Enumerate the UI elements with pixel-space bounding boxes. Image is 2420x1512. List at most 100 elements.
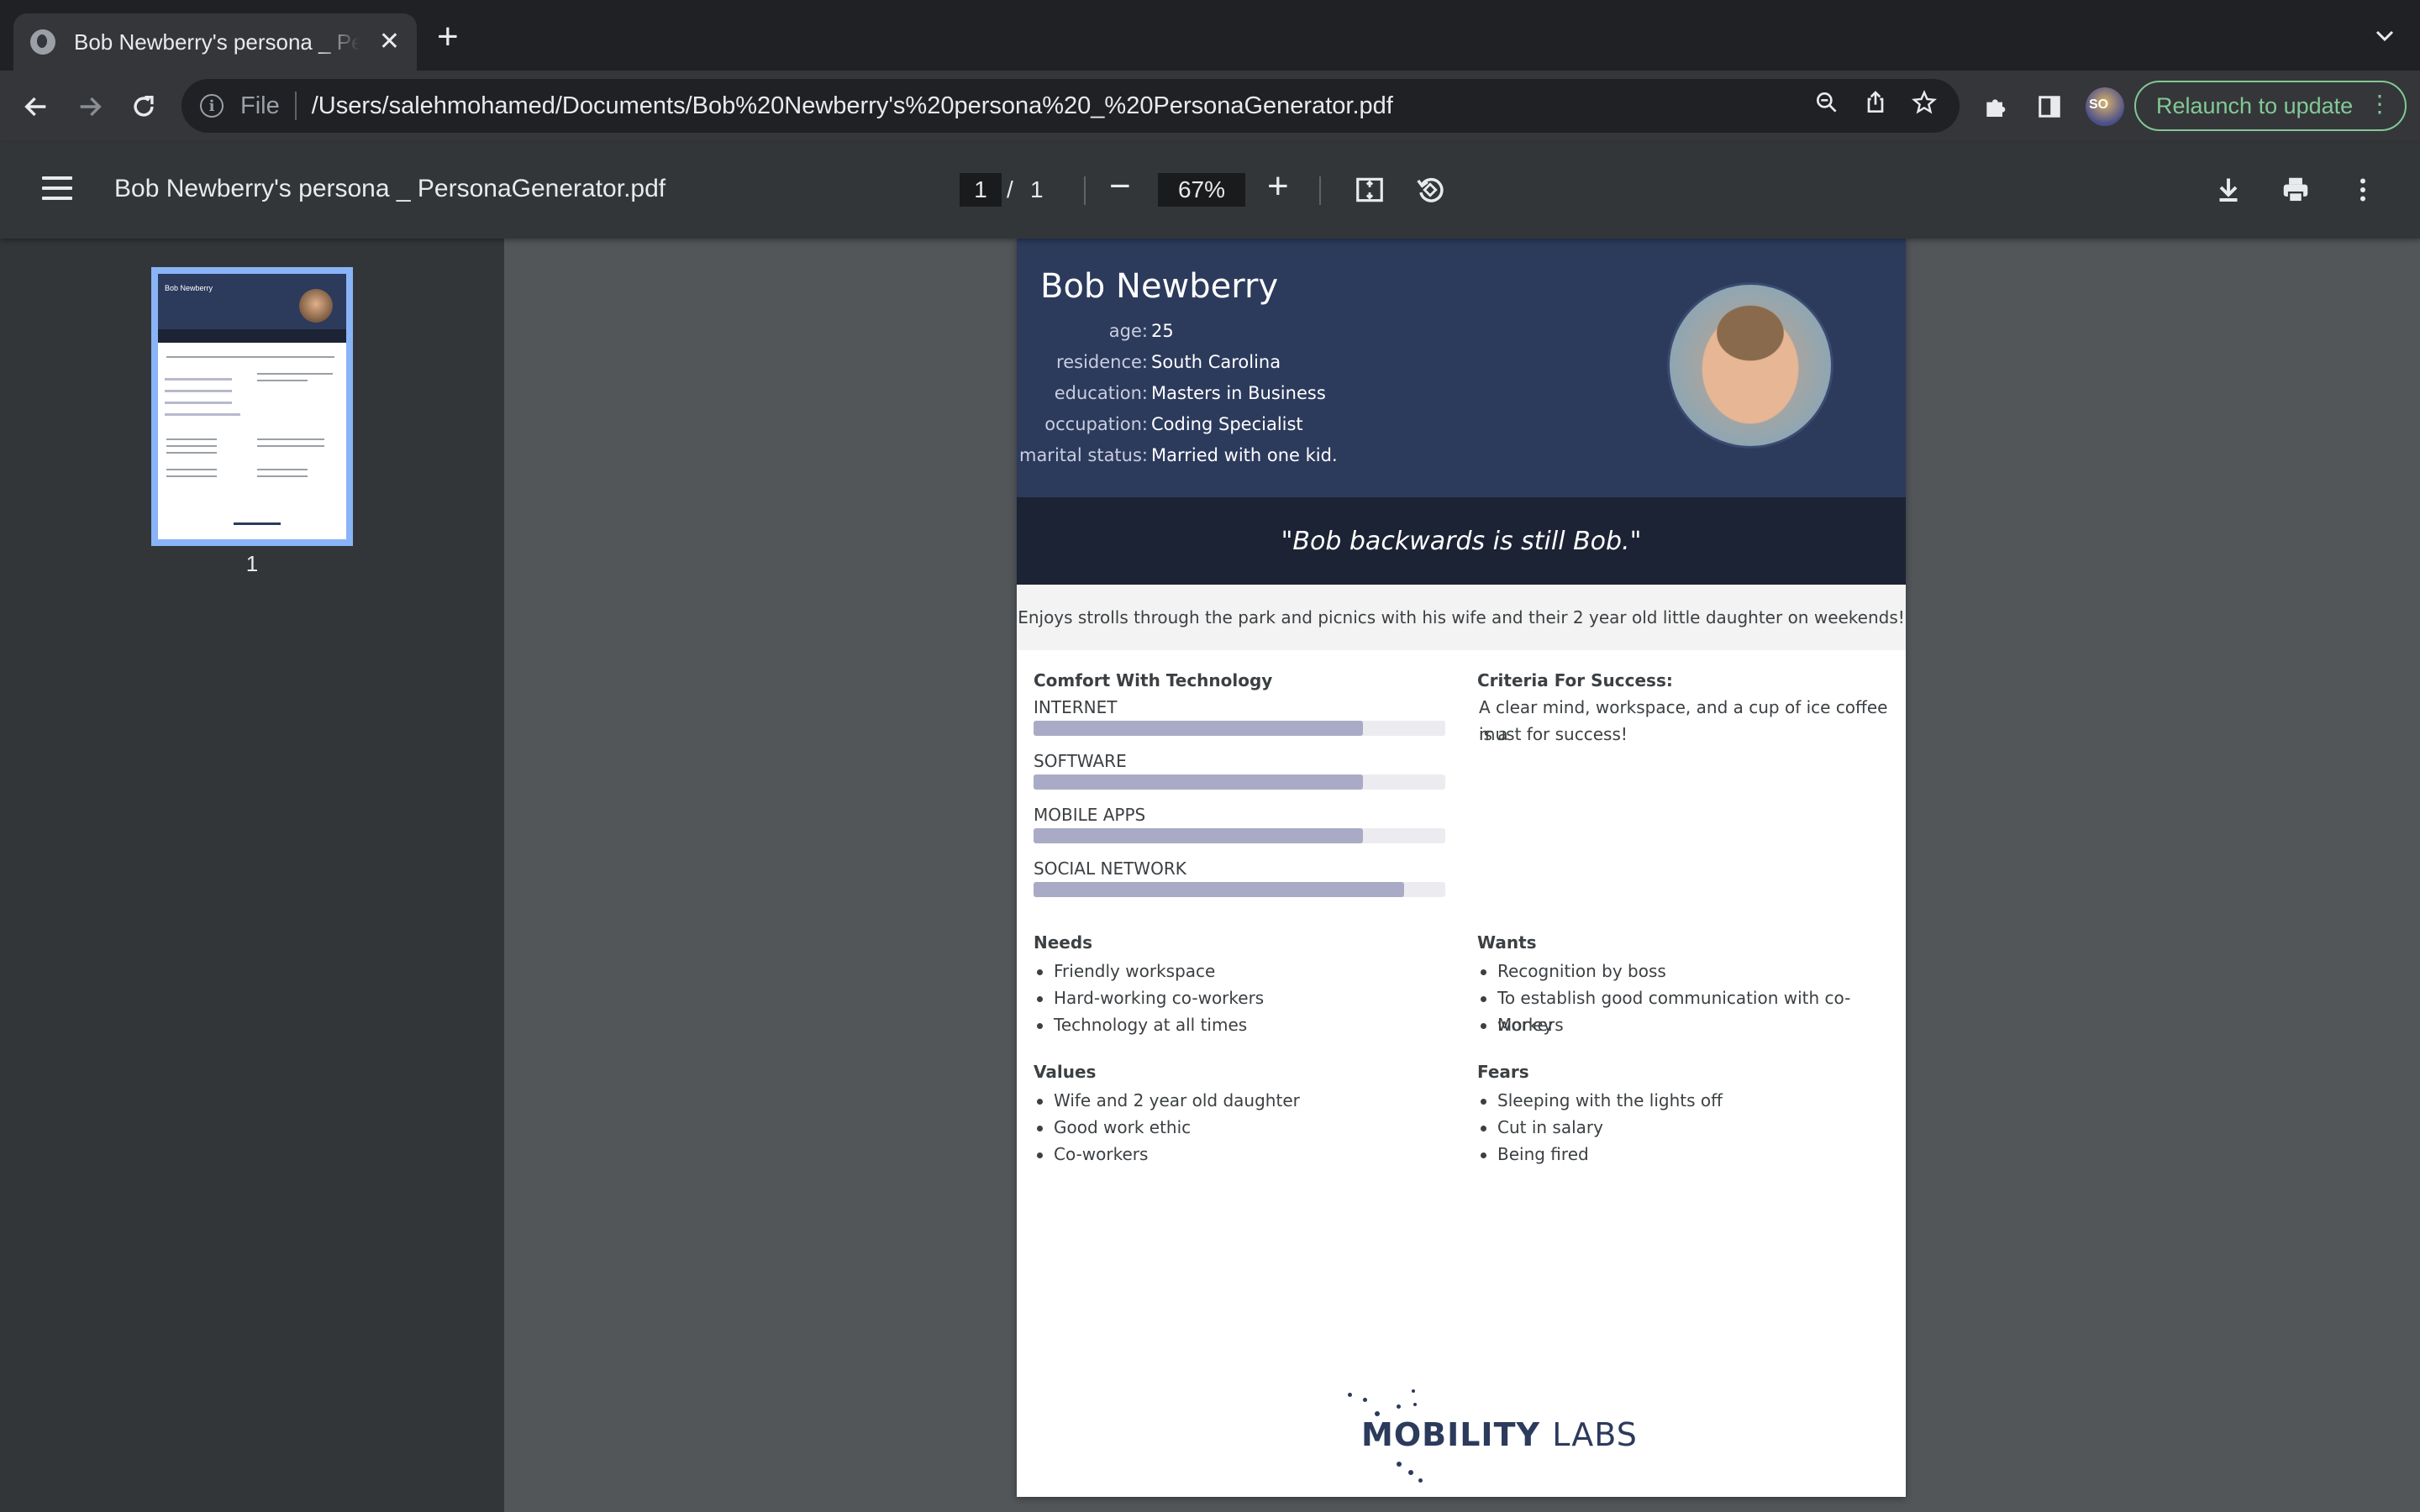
side-panel-button[interactable] xyxy=(2030,87,2069,126)
print-button[interactable] xyxy=(2277,171,2314,208)
list-item: To establish good communication with co-… xyxy=(1477,984,1906,1035)
skill-mobile-apps: MOBILE APPS xyxy=(1034,805,1445,843)
thumbnail-line xyxy=(257,373,333,375)
criteria-text-line2: must for success! xyxy=(1479,724,1628,744)
fit-to-page-button[interactable] xyxy=(1351,171,1388,208)
skill-software: SOFTWARE xyxy=(1034,751,1445,790)
mobility-labs-logo: MOBILITY LABS xyxy=(1344,1389,1637,1483)
fact-label: occupation: xyxy=(1044,414,1148,434)
site-info-icon[interactable]: i xyxy=(200,94,224,118)
logo-dot xyxy=(1408,1470,1413,1475)
logo-dot xyxy=(1397,1462,1402,1467)
download-button[interactable] xyxy=(2210,171,2247,208)
reload-button[interactable] xyxy=(124,87,163,126)
persona-photo xyxy=(1667,282,1833,449)
skill-track xyxy=(1034,828,1445,843)
thumbnail-preview: Bob Newberry xyxy=(158,274,346,539)
profile-badge-text: SO xyxy=(2089,97,2109,112)
logo-dot xyxy=(1348,1393,1352,1397)
printer-icon xyxy=(2283,177,2308,203)
page-separator: / xyxy=(1007,176,1013,202)
address-bar[interactable]: i File /Users/salehmohamed/Documents/Bob… xyxy=(182,79,1960,133)
tab-search-chevron-icon[interactable] xyxy=(2375,25,2395,45)
page-number-input[interactable]: 1 xyxy=(960,173,1002,207)
fact-label: education: xyxy=(1054,383,1148,403)
sidebar-menu-icon[interactable] xyxy=(42,176,72,202)
fact-value: 25 xyxy=(1151,321,1174,341)
list-item: Friendly workspace xyxy=(1034,958,1264,984)
side-panel-icon xyxy=(2039,96,2060,118)
new-tab-button[interactable]: + xyxy=(437,18,459,55)
bookmark-star-icon[interactable] xyxy=(1911,89,1938,116)
tab-strip: Bob Newberry's persona _ PersonaGenerato… xyxy=(0,0,2420,71)
quote-band: "Bob backwards is still Bob." xyxy=(1017,497,1906,585)
zoom-level-input[interactable]: 67% xyxy=(1158,173,1245,207)
thumbnail-logo xyxy=(234,522,281,525)
fact-label: age: xyxy=(1108,321,1148,341)
thumbnail-photo xyxy=(299,289,333,323)
list-item: Being fired xyxy=(1477,1141,1723,1168)
list-item: Wife and 2 year old daughter xyxy=(1034,1087,1300,1114)
relaunch-to-update-button[interactable]: Relaunch to update ⋮ xyxy=(2134,81,2407,131)
page-thumbnail[interactable]: Bob Newberry xyxy=(151,267,353,546)
wants-heading: Wants xyxy=(1477,932,1537,953)
zoom-out-button[interactable]: − xyxy=(1109,168,1131,205)
skill-track xyxy=(1034,721,1445,736)
thumbnail-bar xyxy=(165,378,232,381)
skill-fill xyxy=(1034,721,1363,736)
puzzle-piece-icon xyxy=(1986,99,2006,117)
list-item: Co-workers xyxy=(1034,1141,1300,1168)
thumbnail-bar xyxy=(165,402,232,404)
skill-social-network: SOCIAL NETWORK xyxy=(1034,858,1445,897)
fact-row: age: 25 xyxy=(1017,321,1174,346)
criteria-heading: Criteria For Success: xyxy=(1477,670,1673,690)
extensions-button[interactable] xyxy=(1976,87,2015,126)
forward-button[interactable] xyxy=(71,87,109,126)
fact-label: residence: xyxy=(1056,352,1148,372)
logo-dot xyxy=(1413,1403,1417,1406)
thumbnail-line xyxy=(257,475,308,477)
zoom-magnifier-icon[interactable] xyxy=(1813,89,1840,116)
rotate-button[interactable] xyxy=(1412,171,1449,208)
back-arrow-icon xyxy=(24,97,46,117)
fact-value: Masters in Business xyxy=(1151,383,1326,403)
thumbnail-line xyxy=(166,469,217,470)
zoom-in-button[interactable]: + xyxy=(1267,168,1289,205)
thumbnail-sidebar: Bob Newberry 1 xyxy=(0,239,504,1512)
fact-value: Married with one kid. xyxy=(1151,445,1338,465)
needs-heading: Needs xyxy=(1034,932,1093,953)
browser-toolbar: i File /Users/salehmohamed/Documents/Bob… xyxy=(0,71,2420,143)
skill-fill xyxy=(1034,774,1363,790)
skill-track xyxy=(1034,882,1445,897)
globe-icon xyxy=(30,29,55,55)
skill-label: INTERNET xyxy=(1034,697,1118,717)
wants-list: Recognition by boss To establish good co… xyxy=(1477,958,1906,1038)
list-item: Sleeping with the lights off xyxy=(1477,1087,1723,1114)
kebab-menu-icon xyxy=(2360,178,2365,202)
more-actions-button[interactable] xyxy=(2344,171,2381,208)
address-scheme: File xyxy=(240,92,280,119)
logo-dot xyxy=(1412,1389,1415,1393)
logo-bold-text: MOBILITY xyxy=(1361,1416,1541,1453)
back-button[interactable] xyxy=(17,87,55,126)
reload-icon xyxy=(134,95,154,117)
share-icon[interactable] xyxy=(1862,89,1889,116)
thumbnail-bar xyxy=(165,390,232,392)
list-item: Technology at all times xyxy=(1034,1011,1264,1038)
skill-fill xyxy=(1034,828,1363,843)
tab-title: Bob Newberry's persona _ PersonaGenerato… xyxy=(74,29,360,55)
page-total: 1 xyxy=(1030,176,1044,202)
close-tab-icon[interactable]: ✕ xyxy=(379,29,400,55)
list-item: Good work ethic xyxy=(1034,1114,1300,1141)
thumbnail-bar xyxy=(165,413,240,416)
thumbnail-line xyxy=(257,469,308,470)
address-url[interactable]: /Users/salehmohamed/Documents/Bob%20Newb… xyxy=(312,92,1393,120)
skill-label: SOFTWARE xyxy=(1034,751,1127,771)
thumbnail-line xyxy=(257,438,324,440)
browser-tab-active[interactable]: Bob Newberry's persona _ PersonaGenerato… xyxy=(13,13,417,71)
thumbnail-line xyxy=(166,356,334,358)
profile-avatar[interactable]: SO xyxy=(2086,87,2124,126)
persona-quote: "Bob backwards is still Bob." xyxy=(1281,526,1642,556)
fact-value: Coding Specialist xyxy=(1151,414,1303,434)
more-options-vertical-icon[interactable]: ⋮ xyxy=(2368,92,2391,116)
